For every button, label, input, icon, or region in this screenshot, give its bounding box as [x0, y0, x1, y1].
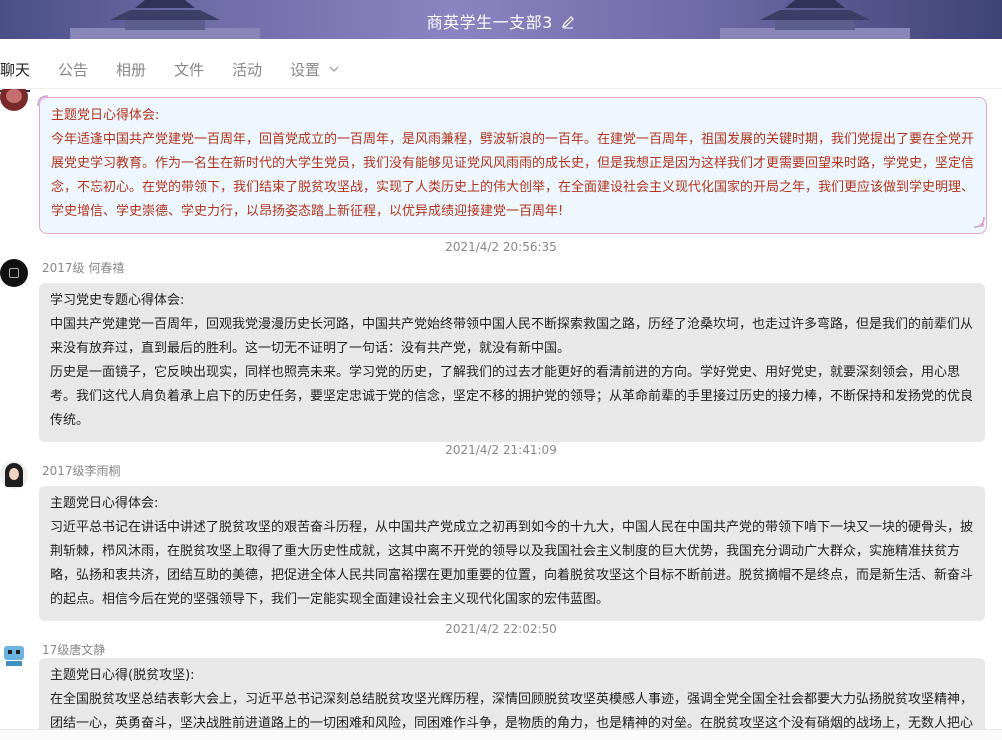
- sender-name[interactable]: 17级唐文静: [42, 641, 105, 658]
- message-bubble: 主题党日心得体会: 今年适逢中国共产党建党一百周年，回首党成立的一百周年，是风雨…: [39, 97, 987, 234]
- message-heading: 主题党日心得体会:: [50, 496, 159, 511]
- message-text: 中国共产党建党一百周年，回观我党漫漫历史长河路，中国共产党始终带领中国人民不断探…: [50, 317, 974, 356]
- chat-message-list: 主题党日心得体会: 今年适逢中国共产党建党一百周年，回首党成立的一百周年，是风雨…: [0, 89, 1002, 729]
- message-bubble: 学习党史专题心得体会: 中国共产党建党一百周年，回观我党漫漫历史长河路，中国共产…: [39, 283, 985, 442]
- avatar[interactable]: [0, 640, 28, 668]
- tab-activity[interactable]: 活动: [232, 59, 262, 80]
- group-name: 商英学生一支部3: [426, 13, 553, 32]
- bubble-corner-decoration-icon: [973, 216, 985, 228]
- message-heading: 学习党史专题心得体会:: [50, 293, 185, 308]
- message-text: 今年适逢中国共产党建党一百周年，回首党成立的一百周年，是风雨兼程，劈波斩浪的一百…: [51, 132, 975, 219]
- tab-settings-label: 设置: [290, 61, 321, 79]
- group-header-banner: 商英学生一支部3: [0, 0, 1002, 39]
- avatar[interactable]: [0, 89, 28, 111]
- message-timestamp: 2021/4/2 22:02:50: [445, 622, 557, 636]
- bubble-corner-decoration-icon: [37, 95, 49, 107]
- message-heading: 主题党日心得体会:: [51, 108, 160, 123]
- tab-album[interactable]: 相册: [116, 59, 146, 80]
- message-text: 在全国脱贫攻坚总结表彰大会上，习近平总书记深刻总结脱贫攻坚光辉历程，深情回顾脱贫…: [50, 692, 974, 729]
- message-timestamp: 2021/4/2 20:56:35: [445, 240, 557, 254]
- message-text: 习近平总书记在讲话中讲述了脱贫攻坚的艰苦奋斗历程，从中国共产党成立之初再到如今的…: [50, 520, 974, 607]
- message-bubble: 主题党日心得体会: 习近平总书记在讲话中讲述了脱贫攻坚的艰苦奋斗历程，从中国共产…: [39, 486, 985, 621]
- message-heading: 主题党日心得(脱贫攻坚):: [50, 668, 195, 683]
- chevron-down-icon: [329, 66, 339, 72]
- edit-icon[interactable]: [561, 15, 575, 29]
- message-input-edge: [0, 729, 1002, 740]
- tab-files[interactable]: 文件: [174, 59, 204, 80]
- message-bubble: 主题党日心得(脱贫攻坚): 在全国脱贫攻坚总结表彰大会上，习近平总书记深刻总结脱…: [39, 658, 985, 729]
- sender-name[interactable]: 2017级 何春禧: [42, 259, 124, 276]
- tab-bar: 聊天 公告 相册 文件 活动 设置: [0, 39, 1002, 92]
- avatar[interactable]: [0, 259, 28, 287]
- message-timestamp: 2021/4/2 21:41:09: [445, 443, 557, 457]
- group-title: 商英学生一支部3: [0, 9, 1002, 33]
- message-text: 历史是一面镜子，它反映出现实，同样也照亮未来。学习党的历史，了解我们的过去才能更…: [50, 365, 974, 428]
- sender-name[interactable]: 2017级李雨桐: [42, 462, 121, 479]
- tab-settings[interactable]: 设置: [290, 59, 339, 80]
- tab-chat[interactable]: 聊天: [0, 59, 31, 92]
- tab-announcement[interactable]: 公告: [58, 59, 88, 80]
- avatar[interactable]: [0, 461, 28, 489]
